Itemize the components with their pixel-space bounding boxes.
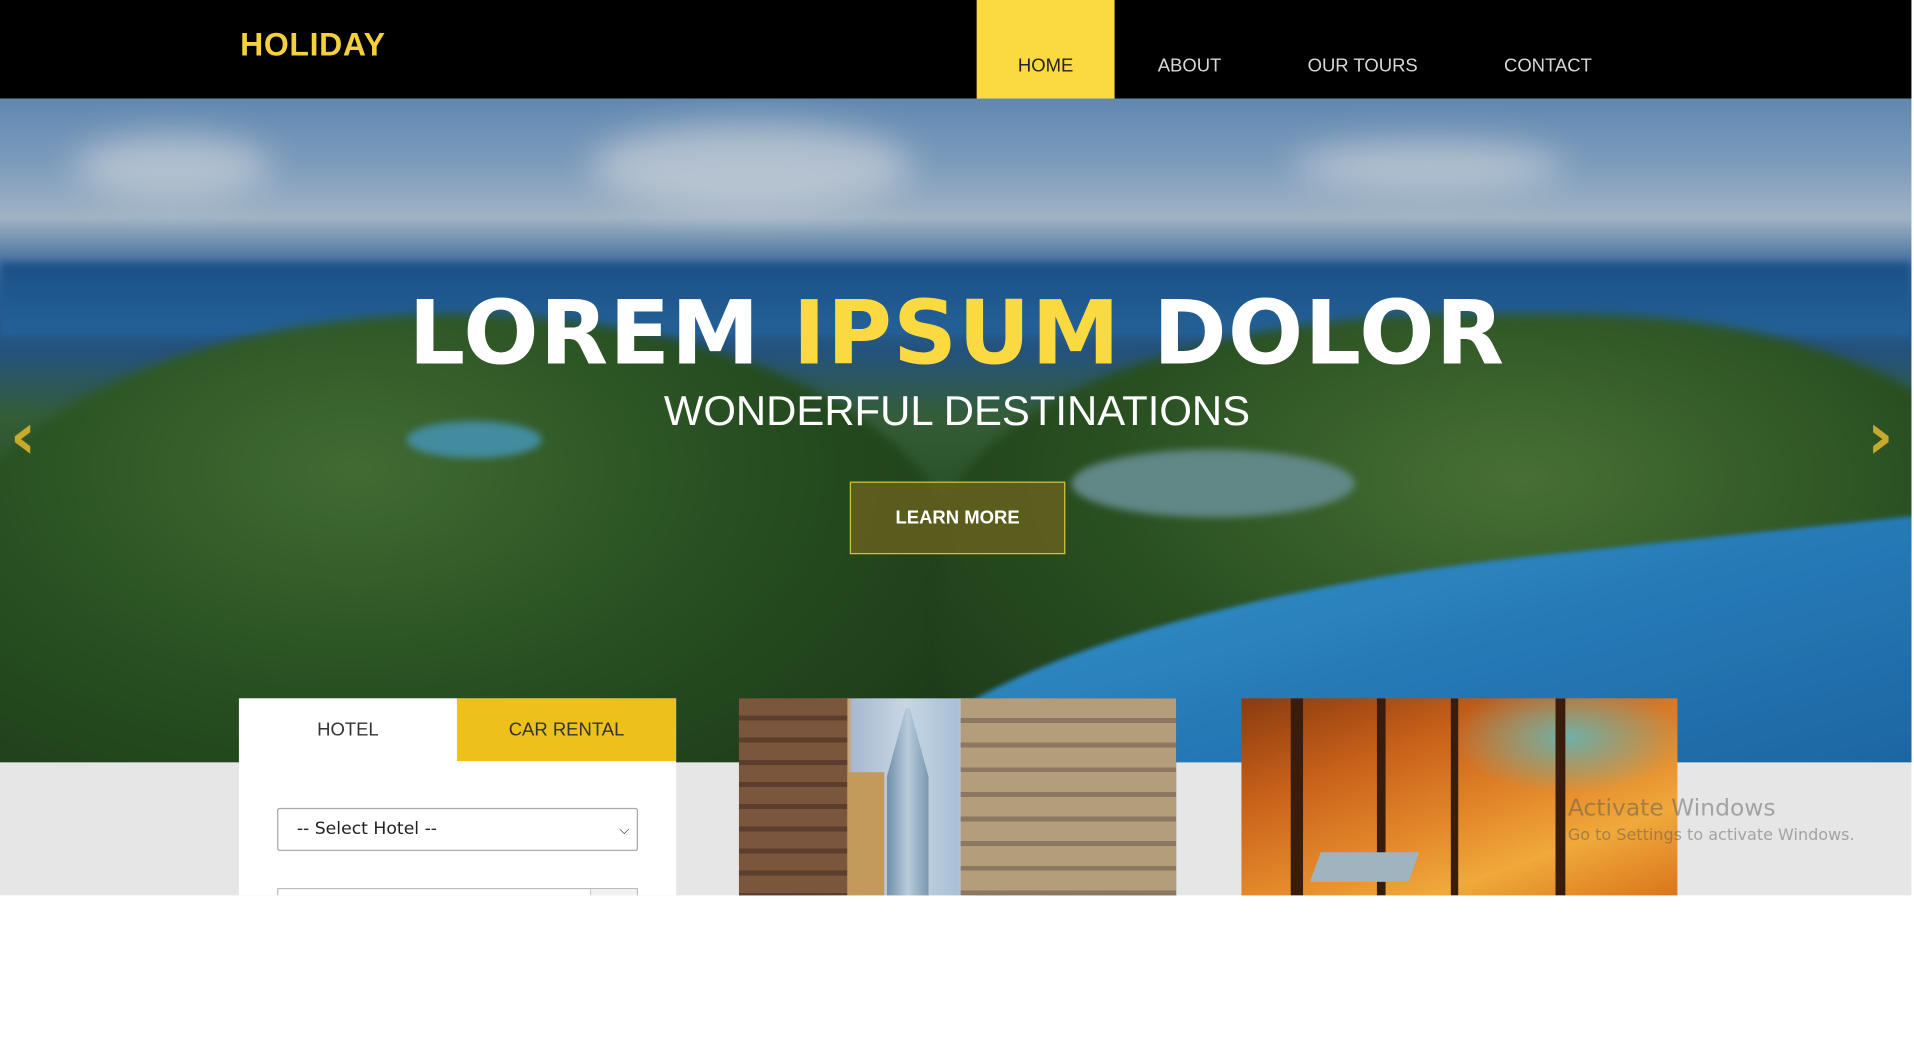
tab-car-rental[interactable]: CAR RENTAL (456, 698, 677, 762)
hero-headline: LOREM IPSUM DOLOR (0, 283, 1911, 382)
headline-part1: LOREM (408, 280, 793, 385)
building-decoration (960, 698, 1177, 896)
calendar-icon[interactable] (589, 889, 637, 896)
nav-item-contact[interactable]: CONTACT (1504, 0, 1592, 99)
tree-decoration (1450, 698, 1459, 896)
city-photo[interactable] (738, 698, 1177, 896)
learn-more-button[interactable]: LEARN MORE (849, 481, 1066, 555)
headline-part2: DOLOR (1120, 280, 1506, 385)
main-nav: HOME ABOUT OUR TOURS CONTACT (976, 0, 1592, 99)
bench-decoration (1309, 852, 1420, 882)
chevron-down-icon: ⌵ (619, 821, 630, 838)
brand-logo[interactable]: HOLIDAY (240, 26, 385, 64)
nav-item-about[interactable]: ABOUT (1158, 0, 1222, 99)
tree-decoration (1290, 698, 1304, 896)
watermark-title: Activate Windows (1567, 794, 1776, 822)
chevron-right-icon[interactable]: › (1867, 405, 1893, 469)
building-decoration (847, 772, 885, 896)
top-navbar: HOLIDAY HOME ABOUT OUR TOURS CONTACT (0, 0, 1912, 99)
tab-hotel[interactable]: HOTEL (238, 698, 457, 762)
hotel-select-value: -- Select Hotel -- (296, 819, 438, 839)
booking-tabs: HOTEL CAR RENTAL (238, 698, 677, 762)
building-decoration (738, 698, 848, 896)
nav-item-home[interactable]: HOME (976, 0, 1115, 99)
chevron-left-icon[interactable]: ‹ (10, 405, 36, 469)
windows-activation-watermark: Activate Windows Go to Settings to activ… (1568, 794, 1855, 844)
hero-slider: LOREM IPSUM DOLOR WONDERFUL DESTINATIONS… (0, 98, 1912, 763)
headline-highlight: IPSUM (792, 280, 1121, 385)
tree-decoration (1555, 698, 1566, 896)
nav-item-our-tours[interactable]: OUR TOURS (1308, 0, 1418, 99)
tower-decoration (886, 708, 929, 896)
date-input[interactable] (277, 887, 638, 896)
hero-subline: WONDERFUL DESTINATIONS (663, 387, 1251, 435)
hotel-select[interactable]: -- Select Hotel -- ⌵ (277, 807, 638, 852)
booking-widget: HOTEL CAR RENTAL -- Select Hotel -- ⌵ (238, 698, 677, 896)
watermark-subtitle: Go to Settings to activate Windows. (1567, 826, 1855, 845)
